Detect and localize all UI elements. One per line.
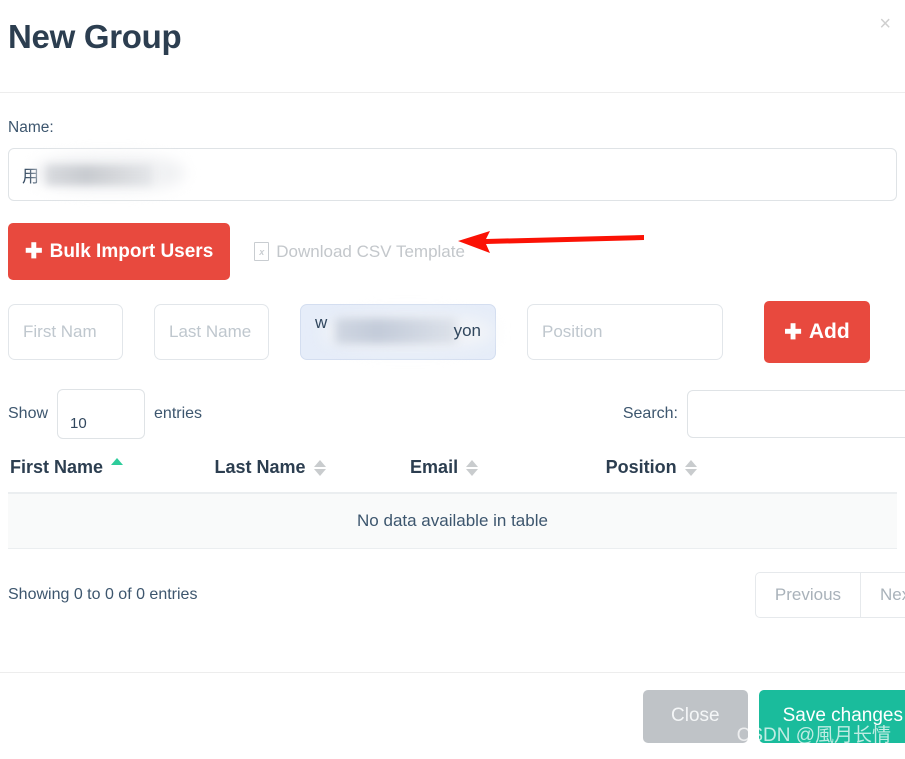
bulk-import-users-label: Bulk Import Users xyxy=(49,240,214,262)
column-header-email[interactable]: Email xyxy=(408,451,604,494)
modal-header: New Group × xyxy=(0,0,905,93)
file-excel-icon: x xyxy=(254,242,270,261)
datatable-controls: Show 10 entries Search: xyxy=(8,389,905,439)
sort-ascending-icon xyxy=(111,457,124,467)
datatable-filter: Search: xyxy=(623,390,905,438)
users-table: First Name Last Name Email Position No d… xyxy=(8,451,897,549)
datatable-length: Show 10 entries xyxy=(8,389,202,439)
group-name-input[interactable] xyxy=(8,148,897,201)
download-csv-template-link[interactable]: x Download CSV Template xyxy=(254,242,465,262)
modal-body: Name: ✚ Bulk Import Users x Download CSV… xyxy=(0,119,905,618)
download-csv-template-label: Download CSV Template xyxy=(276,241,465,261)
email-input[interactable]: w yon xyxy=(300,304,496,360)
column-label: Email xyxy=(410,457,459,477)
next-page-button[interactable]: Next xyxy=(860,572,905,618)
user-entry-row: w yon ✚ Add xyxy=(8,301,897,363)
plus-icon: ✚ xyxy=(25,240,43,263)
save-changes-button[interactable]: Save changes xyxy=(758,689,905,743)
pagination: Previous Next xyxy=(754,572,905,618)
add-user-label: Add xyxy=(808,320,850,343)
group-name-field-wrap xyxy=(8,148,897,201)
search-input[interactable] xyxy=(687,390,905,438)
position-input[interactable] xyxy=(527,304,723,360)
last-name-input[interactable] xyxy=(154,304,269,360)
sort-both-icon xyxy=(684,459,697,476)
table-empty-row: No data available in table xyxy=(8,493,897,549)
datatable-footer: Showing 0 to 0 of 0 entries Previous Nex… xyxy=(8,572,905,618)
search-label: Search: xyxy=(622,405,678,422)
previous-page-button[interactable]: Previous xyxy=(754,572,861,618)
email-value-suffix: yon xyxy=(453,321,481,340)
bulk-import-users-button[interactable]: ✚ Bulk Import Users xyxy=(8,223,231,280)
column-label: First Name xyxy=(10,457,104,477)
name-label: Name: xyxy=(8,119,54,136)
empty-message: No data available in table xyxy=(8,493,897,549)
table-header-row: First Name Last Name Email Position xyxy=(8,451,897,494)
add-user-button[interactable]: ✚ Add xyxy=(764,301,870,363)
column-label: Position xyxy=(605,457,677,477)
entries-label: entries xyxy=(154,405,203,422)
close-icon[interactable]: × xyxy=(875,12,895,36)
table-head: First Name Last Name Email Position xyxy=(8,451,897,494)
sort-both-icon xyxy=(313,459,326,476)
entries-per-page-select[interactable]: 10 xyxy=(57,389,146,439)
column-header-last-name[interactable]: Last Name xyxy=(212,451,409,494)
column-header-position[interactable]: Position xyxy=(603,451,897,494)
new-group-modal: New Group × Name: ✚ Bulk Import Users x … xyxy=(0,0,905,759)
page-title: New Group xyxy=(8,18,182,55)
show-label: Show xyxy=(8,405,49,422)
plus-icon: ✚ xyxy=(784,320,802,344)
column-label: Last Name xyxy=(214,457,306,477)
redaction-blur xyxy=(335,318,457,344)
modal-footer: Close Save changes CSDN @風月长情 xyxy=(0,672,905,759)
datatable-info: Showing 0 to 0 of 0 entries xyxy=(8,586,198,603)
bulk-import-row: ✚ Bulk Import Users x Download CSV Templ… xyxy=(8,223,897,280)
column-header-first-name[interactable]: First Name xyxy=(8,451,213,494)
sort-both-icon xyxy=(466,459,479,476)
first-name-input[interactable] xyxy=(8,304,123,360)
close-button[interactable]: Close xyxy=(643,689,748,743)
table-body: No data available in table xyxy=(8,493,897,549)
email-value-prefix: w xyxy=(315,313,328,332)
red-arrow-annotation xyxy=(458,231,644,253)
